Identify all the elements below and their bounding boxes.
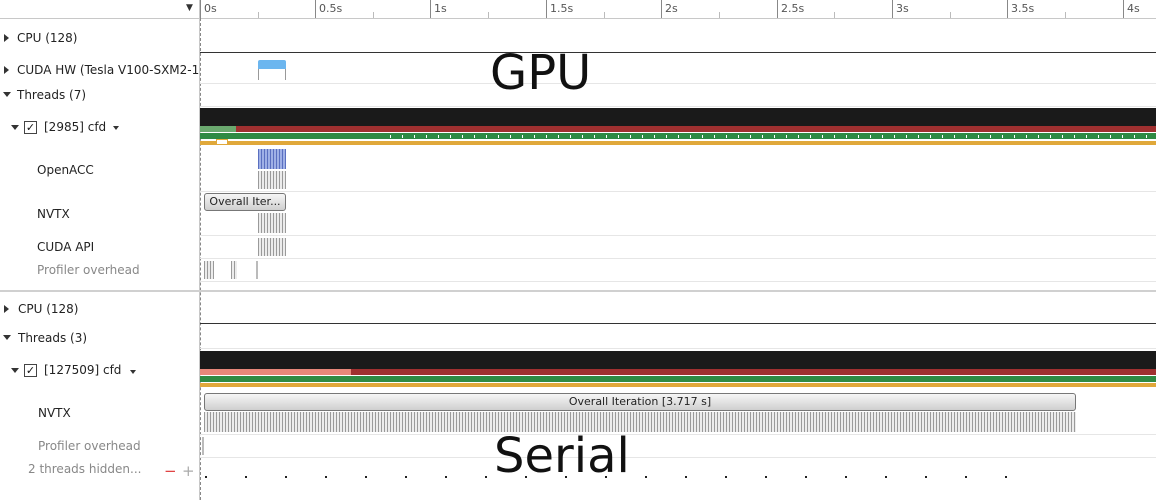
row-separator — [200, 83, 1156, 84]
orange-gap-marker — [216, 139, 228, 145]
nvtx-subrange-block[interactable] — [258, 213, 286, 233]
ruler-tick: 2s — [661, 0, 678, 18]
nvtx-subrange-block[interactable] — [204, 412, 1076, 432]
gpu-annotation-text: GPU — [490, 45, 592, 101]
ruler-tick-label: 1s — [434, 2, 447, 15]
expand-chevron-icon[interactable] — [4, 66, 9, 74]
ruler-minor-tick — [1065, 12, 1066, 18]
ruler-tick: 2.5s — [777, 0, 804, 18]
process-menu-caret-icon[interactable] — [113, 126, 119, 130]
cpu-track-line — [200, 52, 1156, 53]
openacc-row-label[interactable]: OpenACC — [37, 163, 94, 177]
startup-segment — [200, 369, 351, 375]
ruler-tick: 0.5s — [315, 0, 342, 18]
ruler-minor-tick — [604, 12, 605, 18]
process-visibility-checkbox[interactable]: ✓ — [24, 121, 37, 134]
row-separator — [200, 348, 1156, 349]
profiler-overhead-block[interactable] — [256, 261, 258, 279]
expand-chevron-icon[interactable] — [4, 305, 9, 313]
show-thread-plus-icon[interactable]: + — [182, 464, 195, 479]
ruler-minor-tick — [258, 12, 259, 18]
process-row-label[interactable]: [2985] cfd — [44, 120, 106, 134]
serial-annotation-text: Serial — [494, 428, 630, 484]
ruler-left-header: ▼ — [0, 0, 199, 19]
ruler-tick-label: 4s — [1127, 2, 1140, 15]
profiler-overhead-block[interactable] — [202, 437, 204, 455]
nvtx-range-overall-iteration[interactable]: Overall Iteration [3.717 s] — [204, 393, 1076, 411]
ruler-tick: 3.5s — [1007, 0, 1034, 18]
ruler-tick: 4s — [1123, 0, 1140, 18]
nvtx-range-overall-iteration[interactable]: Overall Iter... — [204, 193, 286, 211]
nvtx-row-label[interactable]: NVTX — [38, 406, 71, 420]
ruler-minor-tick — [488, 12, 489, 18]
row-separator — [200, 258, 1156, 259]
panel-separator[interactable] — [0, 290, 1156, 292]
openacc-region-block[interactable] — [258, 149, 286, 169]
green-activity-track[interactable] — [200, 376, 1156, 382]
time-ruler[interactable]: 0s 0.5s 1s 1.5s 2s 2.5s 3s 3.5s 4s — [200, 0, 1156, 19]
orange-activity-track[interactable] — [200, 383, 1156, 387]
ruler-minor-tick — [950, 12, 951, 18]
ruler-tick: 0s — [200, 0, 217, 18]
red-activity-track[interactable] — [200, 126, 1156, 132]
row-separator — [200, 281, 1156, 282]
profiler-overhead-row-label[interactable]: Profiler overhead — [38, 439, 141, 453]
row-separator — [200, 106, 1156, 107]
profiler-overhead-block[interactable] — [231, 261, 237, 279]
startup-segment — [200, 126, 236, 132]
ruler-tick-label: 1.5s — [550, 2, 574, 15]
hidden-threads-label[interactable]: 2 threads hidden... — [28, 462, 141, 476]
profiler-overhead-row-label[interactable]: Profiler overhead — [37, 263, 140, 277]
ruler-tick-label: 2.5s — [781, 2, 805, 15]
cuda-kernel-block[interactable] — [258, 60, 286, 69]
ruler-tick: 1.5s — [546, 0, 573, 18]
process-row-label[interactable]: [127509] cfd — [44, 363, 121, 377]
cuda-hw-row-label[interactable]: CUDA HW (Tesla V100-SXM2-1 — [17, 63, 199, 77]
cpu-row-label[interactable]: CPU (128) — [18, 302, 78, 316]
time-zero-cursor-line — [200, 18, 201, 500]
ruler-minor-tick — [834, 12, 835, 18]
row-separator — [200, 457, 1156, 458]
nvtx-row-label[interactable]: NVTX — [37, 207, 70, 221]
ruler-tick-label: 2s — [665, 2, 678, 15]
ruler-tick: 1s — [430, 0, 447, 18]
process-visibility-checkbox[interactable]: ✓ — [24, 364, 37, 377]
process-menu-caret-icon[interactable] — [130, 370, 136, 374]
ruler-minor-tick — [373, 12, 374, 18]
ruler-tick-label: 3s — [896, 2, 909, 15]
hide-thread-minus-icon[interactable]: − — [164, 464, 177, 479]
thread-state-bar[interactable] — [200, 351, 1156, 369]
ruler-tick-label: 0s — [204, 2, 217, 15]
ruler-minor-tick — [719, 12, 720, 18]
sample-markers — [390, 135, 1150, 138]
ruler-tick: 3s — [892, 0, 909, 18]
row-separator — [200, 434, 1156, 435]
ruler-tick-label: 3.5s — [1011, 2, 1035, 15]
cuda-api-row-label[interactable]: CUDA API — [37, 240, 94, 254]
orange-activity-track[interactable] — [200, 141, 1156, 145]
openacc-subregion-block[interactable] — [258, 171, 286, 189]
row-separator — [200, 235, 1156, 236]
profiler-overhead-block[interactable] — [204, 261, 214, 279]
cuda-kernel-detail — [258, 69, 286, 80]
cpu-track-line — [200, 323, 1156, 324]
collapse-chevron-icon[interactable] — [11, 368, 19, 373]
cpu-row-label[interactable]: CPU (128) — [17, 31, 77, 45]
collapse-chevron-icon[interactable] — [3, 335, 11, 340]
collapse-chevron-icon[interactable] — [11, 125, 19, 130]
row-separator — [200, 191, 1156, 192]
cuda-api-calls-block[interactable] — [258, 238, 286, 256]
collapse-chevron-icon[interactable] — [3, 92, 11, 97]
ruler-menu-caret-icon[interactable]: ▼ — [186, 3, 193, 13]
ruler-tick-label: 0.5s — [319, 2, 343, 15]
expand-chevron-icon[interactable] — [4, 34, 9, 42]
threads-row-label[interactable]: Threads (7) — [17, 88, 86, 102]
thread-state-bar[interactable] — [200, 108, 1156, 126]
threads-row-label[interactable]: Threads (3) — [18, 331, 87, 345]
